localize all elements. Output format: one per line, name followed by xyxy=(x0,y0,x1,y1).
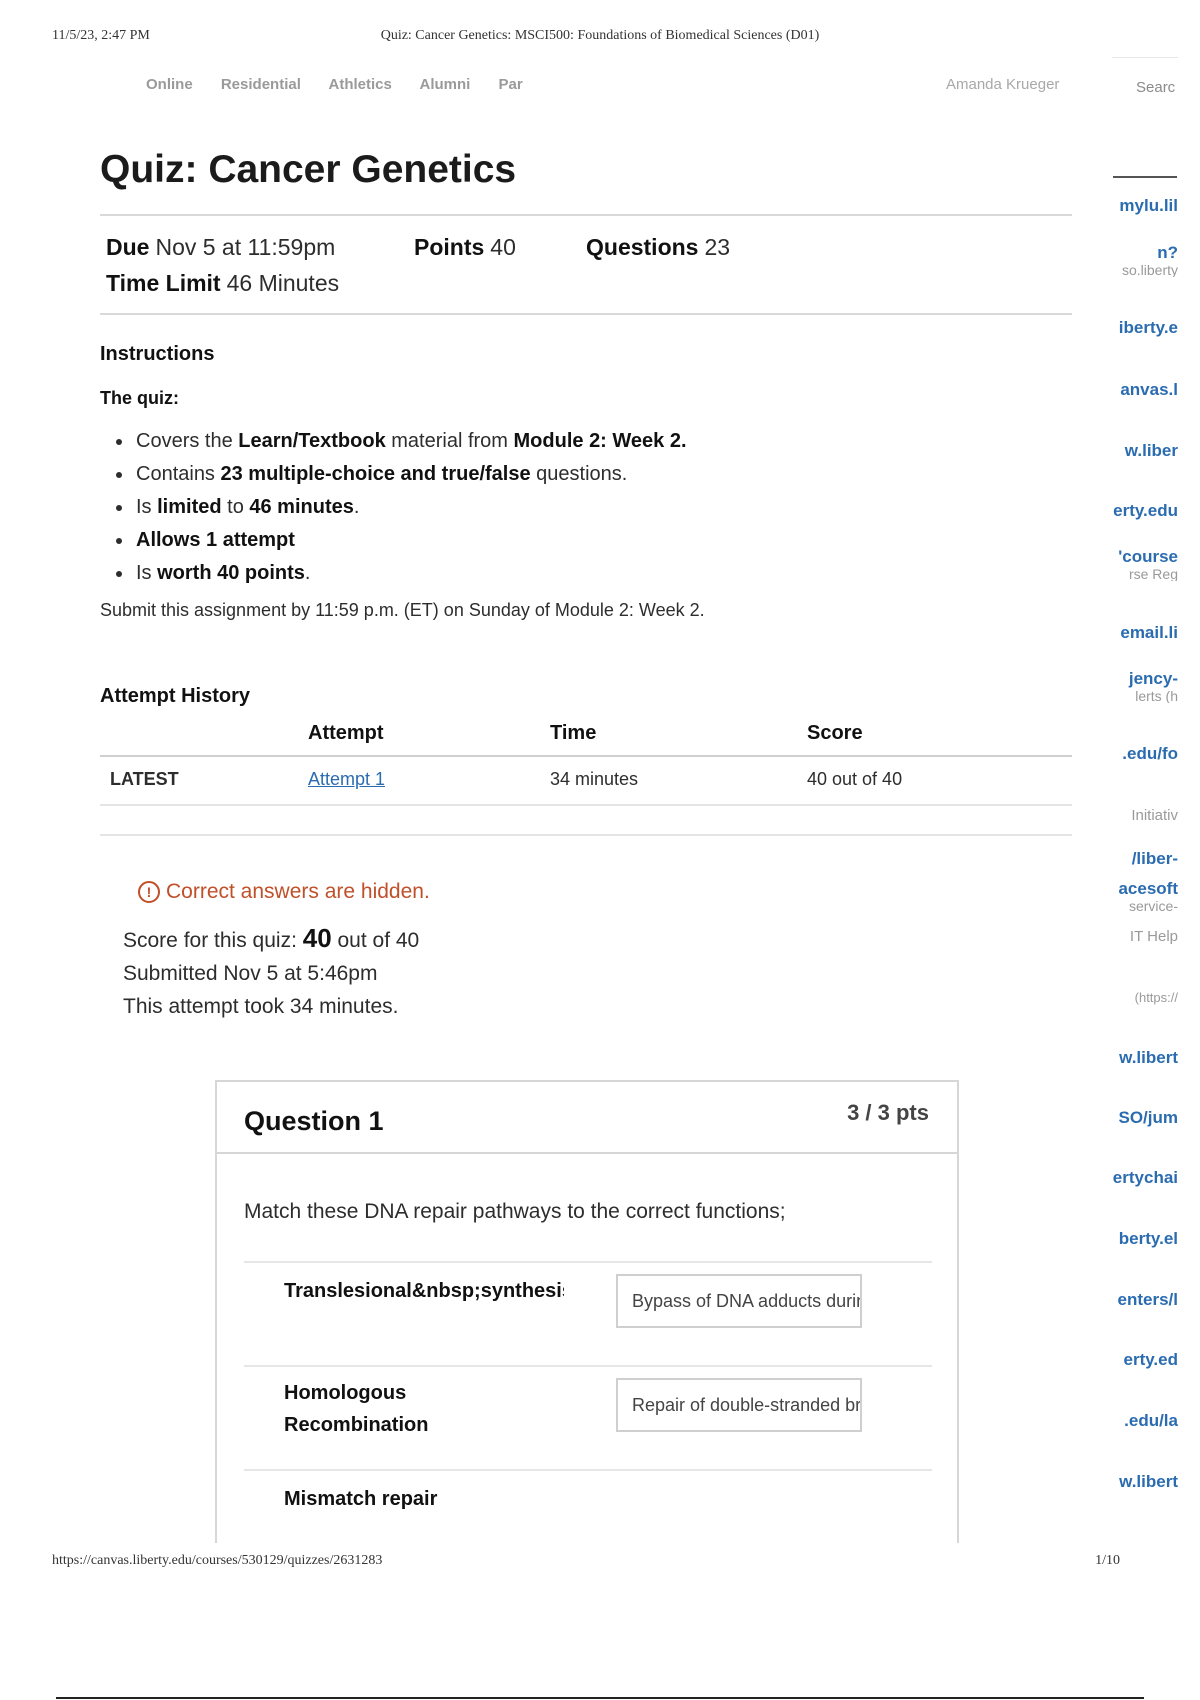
points: Points 40 xyxy=(414,234,516,260)
sidebar-link[interactable]: mylu.lil xyxy=(1106,196,1178,216)
nav-link-par[interactable]: Par xyxy=(499,76,523,93)
question-count: Questions 23 xyxy=(586,234,731,260)
instructions-subheading: The quiz: xyxy=(100,388,179,408)
sidebar-link[interactable]: 'course rse Reg xyxy=(1106,547,1178,581)
question-title: Question 1 xyxy=(244,1106,384,1136)
column-header: Time xyxy=(550,722,807,757)
submission-note: Submit this assignment by 11:59 p.m. (ET… xyxy=(100,600,705,620)
match-row: Translesional&nbsp;synthesis Bypass of D… xyxy=(244,1261,932,1365)
match-label: Mismatch repair xyxy=(284,1488,438,1510)
alert-text: Correct answers are hidden. xyxy=(166,880,430,903)
sidebar-link[interactable]: erty.edu xyxy=(1106,501,1178,521)
attempt-link[interactable]: Attempt 1 xyxy=(308,769,385,789)
nav-link-online[interactable]: Online xyxy=(146,76,193,93)
top-navigation: Online Residential Athletics Alumni Par xyxy=(146,76,547,96)
search-input[interactable]: Searc xyxy=(1112,57,1178,119)
match-answer-select[interactable]: Repair of double-stranded breaks xyxy=(616,1378,862,1432)
sidebar-link[interactable]: ertychai xyxy=(1106,1168,1178,1188)
attempt-history-heading: Attempt History xyxy=(100,685,251,707)
instructions-heading: Instructions xyxy=(100,343,215,365)
sidebar-link[interactable]: erty.ed xyxy=(1106,1350,1179,1370)
attempt-duration: This attempt took 34 minutes. xyxy=(123,995,399,1018)
warning-icon: ! xyxy=(138,881,160,903)
sidebar-link[interactable]: w.libert xyxy=(1106,1048,1178,1068)
sidebar-link[interactable]: /liber- xyxy=(1106,849,1178,869)
sidebar-link[interactable]: .edu/la xyxy=(1106,1411,1178,1431)
score-summary: Score for this quiz: 40 out of 40 Submit… xyxy=(123,922,1072,1023)
match-answer-select[interactable]: Bypass of DNA adducts during replication xyxy=(616,1274,862,1328)
print-header: 11/5/23, 2:47 PM Quiz: Cancer Genetics: … xyxy=(52,28,1148,48)
quiz-score: Score for this quiz: 40 out of 40 xyxy=(123,923,420,953)
sidebar-link[interactable]: IT Help xyxy=(1106,928,1178,945)
page-title: Quiz: Cancer Genetics xyxy=(100,148,517,191)
list-item: Contains 23 multiple-choice and true/fal… xyxy=(134,458,1072,491)
match-label: Homologous Recombination xyxy=(284,1382,429,1436)
question-card: Question 1 3 / 3 pts Match these DNA rep… xyxy=(215,1080,959,1543)
print-footer: https://canvas.liberty.edu/courses/53012… xyxy=(52,1553,1148,1573)
print-url: https://canvas.liberty.edu/courses/53012… xyxy=(52,1553,383,1568)
submitted-time: Submitted Nov 5 at 5:46pm xyxy=(123,962,378,985)
instructions-list: Covers the Learn/Textbook material from … xyxy=(134,425,1072,590)
attempt-status: LATEST xyxy=(100,756,308,806)
list-item: Allows 1 attempt xyxy=(134,524,1072,557)
question-text: Match these DNA repair pathways to the c… xyxy=(244,1200,786,1223)
question-points: 3 / 3 pts xyxy=(847,1100,929,1125)
page-number: 1/10 xyxy=(1095,1553,1120,1568)
nav-link-alumni[interactable]: Alumni xyxy=(419,76,470,93)
nav-link-athletics[interactable]: Athletics xyxy=(329,76,392,93)
main-content: Quiz: Cancer Genetics Due Nov 5 at 11:59p… xyxy=(100,140,1072,1023)
column-header xyxy=(100,722,308,757)
nav-link-residential[interactable]: Residential xyxy=(221,76,301,93)
table-row: LATEST Attempt 1 34 minutes 40 out of 40 xyxy=(100,756,1072,806)
sidebar-link[interactable]: anvas.l xyxy=(1106,380,1178,400)
match-row: Homologous Recombination Repair of doubl… xyxy=(244,1365,932,1469)
print-document-title: Quiz: Cancer Genetics: MSCI500: Foundati… xyxy=(380,28,820,43)
sidebar-link[interactable]: berty.el xyxy=(1106,1229,1178,1249)
page-bottom-rule xyxy=(56,1697,1144,1699)
sidebar-link[interactable]: w.libert xyxy=(1106,1472,1178,1492)
sidebar-link[interactable]: (https:// xyxy=(1106,990,1178,1005)
list-item: Covers the Learn/Textbook material from … xyxy=(134,425,1072,458)
attempt-time: 34 minutes xyxy=(550,756,807,806)
attempt-history-table: Attempt Time Score LATEST Attempt 1 34 m… xyxy=(100,722,1072,806)
sidebar-link[interactable]: w.liber xyxy=(1106,441,1178,461)
quiz-details: Due Nov 5 at 11:59pm Points 40 Questions 23… xyxy=(100,216,1072,313)
match-row: Mismatch repair xyxy=(244,1469,932,1543)
column-header: Attempt xyxy=(308,722,550,757)
sidebar-link[interactable]: .edu/fo xyxy=(1106,744,1178,764)
sidebar-link[interactable]: Initiativ xyxy=(1106,807,1178,824)
list-item: Is limited to 46 minutes. xyxy=(134,491,1072,524)
column-header: Score xyxy=(807,722,1072,757)
user-name[interactable]: Amanda Krueger xyxy=(946,76,1059,93)
sidebar-link[interactable]: n? so.liberty xyxy=(1106,243,1178,277)
sidebar-divider xyxy=(1113,176,1177,178)
list-item: Is worth 40 points. xyxy=(134,557,1072,590)
sidebar-link[interactable]: acesoft service- xyxy=(1106,879,1178,913)
question-header: Question 1 3 / 3 pts xyxy=(217,1082,957,1154)
sidebar-link[interactable]: enters/l xyxy=(1106,1290,1178,1310)
time-limit: Time Limit 46 Minutes xyxy=(106,270,340,296)
match-label: Translesional&nbsp;synthesis xyxy=(284,1280,564,1302)
sidebar-link[interactable]: email.li xyxy=(1106,623,1178,643)
due-date: Due Nov 5 at 11:59pm xyxy=(106,234,336,260)
history-divider xyxy=(100,834,1072,836)
sidebar-link[interactable]: SO/jum xyxy=(1106,1108,1178,1128)
sidebar-link[interactable]: iberty.e xyxy=(1106,318,1178,338)
attempt-score: 40 out of 40 xyxy=(807,756,1072,806)
sidebar-link[interactable]: jency-lerts (h xyxy=(1106,669,1178,703)
details-divider xyxy=(100,313,1072,315)
hidden-answers-alert: ! Correct answers are hidden. xyxy=(138,880,1072,904)
